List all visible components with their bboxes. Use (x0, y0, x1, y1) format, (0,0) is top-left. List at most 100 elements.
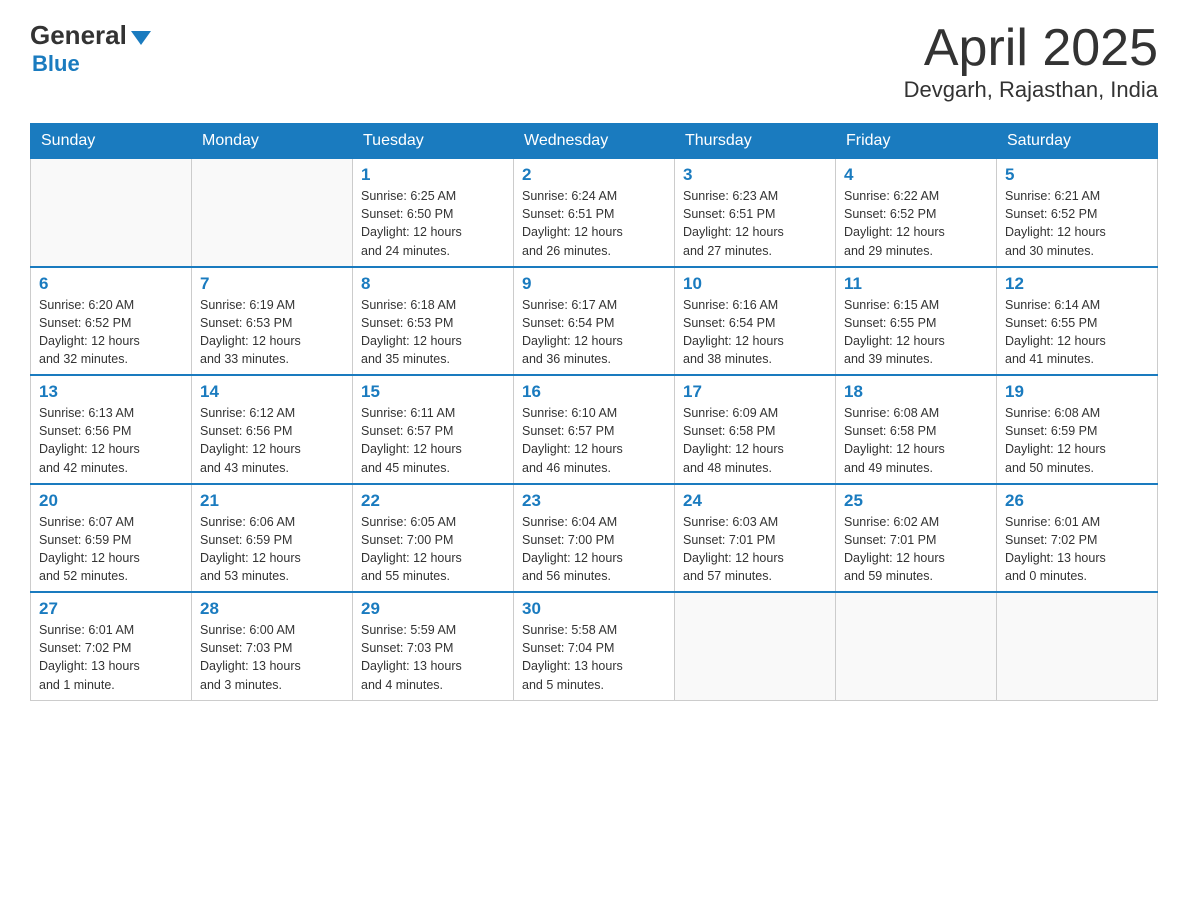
calendar-cell: 15Sunrise: 6:11 AM Sunset: 6:57 PM Dayli… (353, 375, 514, 484)
calendar-cell: 19Sunrise: 6:08 AM Sunset: 6:59 PM Dayli… (997, 375, 1158, 484)
day-info: Sunrise: 6:24 AM Sunset: 6:51 PM Dayligh… (522, 187, 666, 260)
calendar-cell (192, 159, 353, 267)
day-info: Sunrise: 6:17 AM Sunset: 6:54 PM Dayligh… (522, 296, 666, 369)
day-number: 26 (1005, 491, 1149, 511)
day-number: 15 (361, 382, 505, 402)
day-info: Sunrise: 6:13 AM Sunset: 6:56 PM Dayligh… (39, 404, 183, 477)
day-number: 14 (200, 382, 344, 402)
day-info: Sunrise: 5:58 AM Sunset: 7:04 PM Dayligh… (522, 621, 666, 694)
day-number: 7 (200, 274, 344, 294)
calendar-cell: 3Sunrise: 6:23 AM Sunset: 6:51 PM Daylig… (675, 159, 836, 267)
calendar-cell: 20Sunrise: 6:07 AM Sunset: 6:59 PM Dayli… (31, 484, 192, 593)
day-number: 22 (361, 491, 505, 511)
day-info: Sunrise: 6:23 AM Sunset: 6:51 PM Dayligh… (683, 187, 827, 260)
day-info: Sunrise: 6:10 AM Sunset: 6:57 PM Dayligh… (522, 404, 666, 477)
calendar-cell: 14Sunrise: 6:12 AM Sunset: 6:56 PM Dayli… (192, 375, 353, 484)
calendar-cell: 30Sunrise: 5:58 AM Sunset: 7:04 PM Dayli… (514, 592, 675, 700)
weekday-header-friday: Friday (836, 124, 997, 159)
calendar-week-row: 27Sunrise: 6:01 AM Sunset: 7:02 PM Dayli… (31, 592, 1158, 700)
calendar-cell: 28Sunrise: 6:00 AM Sunset: 7:03 PM Dayli… (192, 592, 353, 700)
day-number: 4 (844, 165, 988, 185)
day-number: 20 (39, 491, 183, 511)
weekday-header-saturday: Saturday (997, 124, 1158, 159)
calendar-cell (31, 159, 192, 267)
calendar-cell: 8Sunrise: 6:18 AM Sunset: 6:53 PM Daylig… (353, 267, 514, 376)
calendar-cell: 22Sunrise: 6:05 AM Sunset: 7:00 PM Dayli… (353, 484, 514, 593)
calendar-cell (836, 592, 997, 700)
calendar-cell: 25Sunrise: 6:02 AM Sunset: 7:01 PM Dayli… (836, 484, 997, 593)
calendar-cell: 7Sunrise: 6:19 AM Sunset: 6:53 PM Daylig… (192, 267, 353, 376)
day-number: 13 (39, 382, 183, 402)
calendar-cell: 16Sunrise: 6:10 AM Sunset: 6:57 PM Dayli… (514, 375, 675, 484)
day-number: 19 (1005, 382, 1149, 402)
day-info: Sunrise: 6:03 AM Sunset: 7:01 PM Dayligh… (683, 513, 827, 586)
day-number: 23 (522, 491, 666, 511)
day-info: Sunrise: 6:18 AM Sunset: 6:53 PM Dayligh… (361, 296, 505, 369)
day-number: 12 (1005, 274, 1149, 294)
calendar-cell: 13Sunrise: 6:13 AM Sunset: 6:56 PM Dayli… (31, 375, 192, 484)
day-info: Sunrise: 6:01 AM Sunset: 7:02 PM Dayligh… (39, 621, 183, 694)
calendar-cell: 17Sunrise: 6:09 AM Sunset: 6:58 PM Dayli… (675, 375, 836, 484)
day-number: 29 (361, 599, 505, 619)
calendar-cell: 23Sunrise: 6:04 AM Sunset: 7:00 PM Dayli… (514, 484, 675, 593)
location-title: Devgarh, Rajasthan, India (904, 77, 1158, 103)
day-info: Sunrise: 6:14 AM Sunset: 6:55 PM Dayligh… (1005, 296, 1149, 369)
calendar-cell: 12Sunrise: 6:14 AM Sunset: 6:55 PM Dayli… (997, 267, 1158, 376)
calendar-cell: 5Sunrise: 6:21 AM Sunset: 6:52 PM Daylig… (997, 159, 1158, 267)
day-number: 30 (522, 599, 666, 619)
day-info: Sunrise: 6:09 AM Sunset: 6:58 PM Dayligh… (683, 404, 827, 477)
weekday-header-row: SundayMondayTuesdayWednesdayThursdayFrid… (31, 124, 1158, 159)
day-info: Sunrise: 6:19 AM Sunset: 6:53 PM Dayligh… (200, 296, 344, 369)
day-number: 2 (522, 165, 666, 185)
day-info: Sunrise: 6:20 AM Sunset: 6:52 PM Dayligh… (39, 296, 183, 369)
day-info: Sunrise: 6:06 AM Sunset: 6:59 PM Dayligh… (200, 513, 344, 586)
day-number: 11 (844, 274, 988, 294)
day-number: 6 (39, 274, 183, 294)
weekday-header-thursday: Thursday (675, 124, 836, 159)
calendar-week-row: 1Sunrise: 6:25 AM Sunset: 6:50 PM Daylig… (31, 159, 1158, 267)
day-number: 25 (844, 491, 988, 511)
day-number: 21 (200, 491, 344, 511)
day-number: 18 (844, 382, 988, 402)
day-number: 16 (522, 382, 666, 402)
day-info: Sunrise: 6:22 AM Sunset: 6:52 PM Dayligh… (844, 187, 988, 260)
day-info: Sunrise: 6:08 AM Sunset: 6:58 PM Dayligh… (844, 404, 988, 477)
day-info: Sunrise: 6:16 AM Sunset: 6:54 PM Dayligh… (683, 296, 827, 369)
calendar-cell: 27Sunrise: 6:01 AM Sunset: 7:02 PM Dayli… (31, 592, 192, 700)
calendar-cell (997, 592, 1158, 700)
calendar-cell: 2Sunrise: 6:24 AM Sunset: 6:51 PM Daylig… (514, 159, 675, 267)
calendar-cell: 24Sunrise: 6:03 AM Sunset: 7:01 PM Dayli… (675, 484, 836, 593)
day-number: 24 (683, 491, 827, 511)
month-title: April 2025 (904, 20, 1158, 77)
day-number: 3 (683, 165, 827, 185)
day-info: Sunrise: 6:15 AM Sunset: 6:55 PM Dayligh… (844, 296, 988, 369)
logo: General Blue (30, 20, 151, 77)
day-info: Sunrise: 6:04 AM Sunset: 7:00 PM Dayligh… (522, 513, 666, 586)
day-number: 27 (39, 599, 183, 619)
calendar-table: SundayMondayTuesdayWednesdayThursdayFrid… (30, 123, 1158, 701)
calendar-cell: 4Sunrise: 6:22 AM Sunset: 6:52 PM Daylig… (836, 159, 997, 267)
day-info: Sunrise: 6:05 AM Sunset: 7:00 PM Dayligh… (361, 513, 505, 586)
logo-arrow-icon (131, 31, 151, 45)
logo-blue-text: Blue (32, 51, 80, 76)
day-info: Sunrise: 6:02 AM Sunset: 7:01 PM Dayligh… (844, 513, 988, 586)
calendar-week-row: 13Sunrise: 6:13 AM Sunset: 6:56 PM Dayli… (31, 375, 1158, 484)
header: General Blue April 2025 Devgarh, Rajasth… (30, 20, 1158, 103)
day-number: 8 (361, 274, 505, 294)
calendar-cell: 21Sunrise: 6:06 AM Sunset: 6:59 PM Dayli… (192, 484, 353, 593)
day-number: 9 (522, 274, 666, 294)
logo-general-text: General (30, 20, 127, 51)
day-info: Sunrise: 5:59 AM Sunset: 7:03 PM Dayligh… (361, 621, 505, 694)
calendar-cell: 9Sunrise: 6:17 AM Sunset: 6:54 PM Daylig… (514, 267, 675, 376)
day-number: 10 (683, 274, 827, 294)
day-info: Sunrise: 6:07 AM Sunset: 6:59 PM Dayligh… (39, 513, 183, 586)
weekday-header-monday: Monday (192, 124, 353, 159)
day-info: Sunrise: 6:11 AM Sunset: 6:57 PM Dayligh… (361, 404, 505, 477)
day-info: Sunrise: 6:21 AM Sunset: 6:52 PM Dayligh… (1005, 187, 1149, 260)
day-info: Sunrise: 6:12 AM Sunset: 6:56 PM Dayligh… (200, 404, 344, 477)
title-block: April 2025 Devgarh, Rajasthan, India (904, 20, 1158, 103)
calendar-week-row: 20Sunrise: 6:07 AM Sunset: 6:59 PM Dayli… (31, 484, 1158, 593)
calendar-cell: 11Sunrise: 6:15 AM Sunset: 6:55 PM Dayli… (836, 267, 997, 376)
weekday-header-tuesday: Tuesday (353, 124, 514, 159)
weekday-header-wednesday: Wednesday (514, 124, 675, 159)
